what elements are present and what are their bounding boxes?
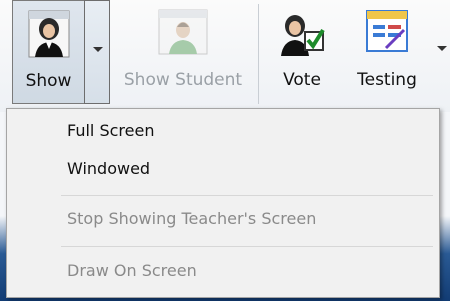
student-avatar-icon (158, 9, 208, 55)
toolbar: Show Show Student Vote Testing (0, 0, 450, 112)
show-student-label: Show Student (123, 70, 243, 90)
testing-label: Testing (357, 70, 417, 90)
menu-item-stop-showing[interactable]: Stop Showing Teacher's Screen (67, 209, 316, 228)
menu-item-draw-on-screen[interactable]: Draw On Screen (67, 261, 197, 280)
more-dropdown-button[interactable] (432, 0, 450, 104)
chevron-down-icon (93, 47, 103, 52)
vote-button[interactable]: Vote (266, 0, 338, 104)
menu-separator (61, 195, 433, 196)
testing-button[interactable]: Testing (343, 0, 431, 104)
menu-gutter (7, 109, 51, 297)
teacher-avatar-icon (28, 10, 69, 58)
test-clipboard-icon (366, 10, 408, 52)
show-dropdown-button[interactable] (84, 0, 110, 104)
show-dropdown-menu: Full Screen Windowed Stop Showing Teache… (6, 108, 440, 298)
menu-item-windowed[interactable]: Windowed (67, 159, 150, 178)
show-label: Show (25, 71, 72, 91)
toolbar-divider (258, 4, 259, 104)
menu-item-full-screen[interactable]: Full Screen (67, 121, 154, 140)
vote-checkbox-icon (281, 15, 325, 56)
show-student-button[interactable]: Show Student (112, 0, 254, 104)
chevron-down-icon (437, 46, 447, 51)
menu-separator (61, 246, 433, 247)
show-button[interactable]: Show (12, 0, 84, 104)
vote-label: Vote (283, 70, 321, 90)
